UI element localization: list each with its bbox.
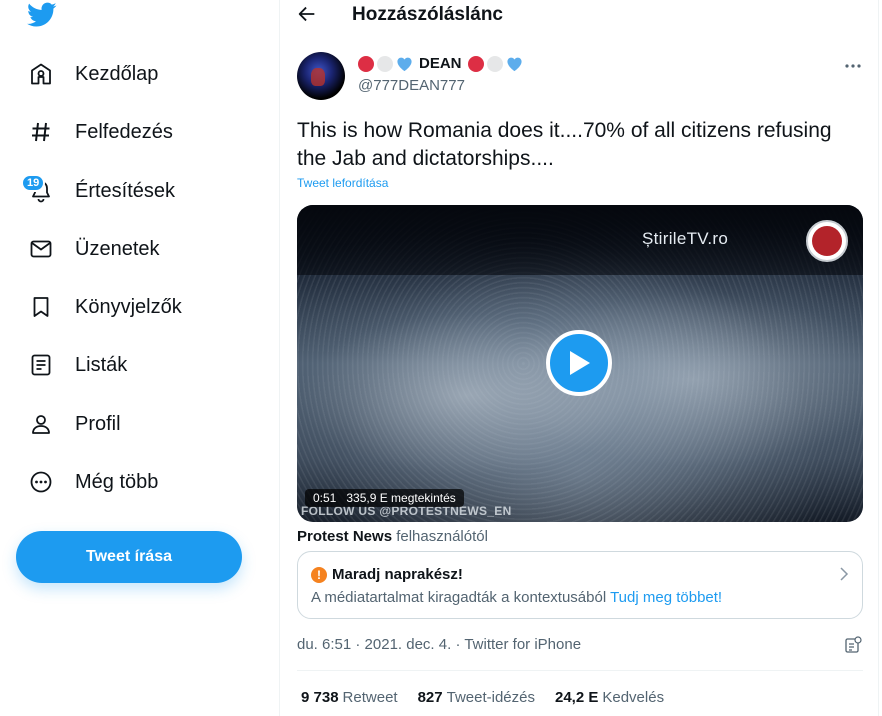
video-player[interactable]: ȘtirileTV.ro FOLLOW US @PROTESTNEWS_EN 0… xyxy=(297,205,863,522)
like-label: Kedvelés xyxy=(602,689,665,706)
nav-more[interactable]: Még több xyxy=(16,458,158,506)
video-watermark: ȘtirileTV.ro xyxy=(642,229,729,248)
channel-logo-icon xyxy=(806,220,848,262)
nav-messages-label: Üzenetek xyxy=(75,237,160,260)
divider xyxy=(297,670,863,671)
learn-more-link[interactable]: Tudj meg többet! xyxy=(610,589,722,606)
nav-home-label: Kezdőlap xyxy=(75,62,159,85)
retweet-count: 9 738 xyxy=(301,689,339,706)
tweet-timestamp[interactable]: du. 6:51 · 2021. dec. 4. · Twitter for i… xyxy=(297,636,581,653)
nav-profile[interactable]: Profil xyxy=(16,400,121,448)
nav-bookmarks-label: Könyvjelzők xyxy=(75,295,182,318)
media-source-suffix: felhasználótól xyxy=(396,528,488,545)
profile-icon xyxy=(27,410,55,438)
thread-column: Hozzászóláslánc DEAN @777DEAN777 This is… xyxy=(279,0,879,716)
nav-explore-label: Felfedezés xyxy=(75,120,173,143)
video-duration: 0:51 xyxy=(313,491,337,505)
more-circle-icon xyxy=(27,468,55,496)
retweet-label: Retweet xyxy=(342,689,398,706)
media-source-name[interactable]: Protest News xyxy=(297,528,392,545)
media-source: Protest News felhasználótól xyxy=(297,528,488,545)
blue-heart-emoji-icon xyxy=(397,57,412,71)
more-options-icon[interactable] xyxy=(842,55,864,77)
analytics-icon[interactable] xyxy=(844,636,862,654)
like-count: 24,2 E xyxy=(554,689,599,706)
nav-explore[interactable]: Felfedezés xyxy=(16,108,173,156)
compose-tweet-button[interactable]: Tweet írása xyxy=(16,531,242,583)
list-icon xyxy=(27,351,55,379)
author-name-row[interactable]: DEAN xyxy=(358,55,523,72)
nav-lists[interactable]: Listák xyxy=(16,341,127,389)
tweet-stats: 9 738 Retweet 827 Tweet-idézés 24,2 E Kedve… xyxy=(301,689,664,706)
translate-tweet-link[interactable]: Tweet lefordítása xyxy=(297,176,388,190)
nav-profile-label: Profil xyxy=(75,412,121,435)
red-circle-emoji-icon xyxy=(358,55,374,72)
play-icon xyxy=(570,351,590,375)
nav-notifications-label: Értesítések xyxy=(75,179,176,202)
notification-badge: 19 xyxy=(21,174,46,192)
context-notice-card[interactable]: ! Maradj naprakész! A médiatartalmat kir… xyxy=(297,551,863,619)
quote-label: Tweet-idézés xyxy=(446,689,535,706)
retweet-stat[interactable]: 9 738 Retweet xyxy=(301,689,398,706)
video-meta: 0:51 335,9 E megtekintés xyxy=(305,489,464,507)
back-arrow-icon[interactable] xyxy=(296,3,318,25)
home-icon xyxy=(27,60,55,88)
video-views: 335,9 E megtekintés xyxy=(346,491,456,505)
nav-more-label: Még több xyxy=(75,470,159,493)
mail-icon xyxy=(27,235,55,263)
author-display-name: DEAN xyxy=(419,55,462,72)
white-circle-emoji-icon xyxy=(377,55,393,72)
video-frame xyxy=(297,205,863,275)
white-circle-emoji-icon xyxy=(486,55,503,72)
avatar[interactable] xyxy=(297,52,345,100)
nav-bookmarks[interactable]: Könyvjelzők xyxy=(16,283,182,331)
page-title: Hozzászóláslánc xyxy=(352,4,503,25)
nav-home[interactable]: Kezdőlap xyxy=(16,50,158,98)
quote-count: 827 xyxy=(417,689,443,706)
quote-stat[interactable]: 827 Tweet-idézés xyxy=(418,689,535,706)
chevron-right-icon xyxy=(840,567,849,581)
notice-text: A médiatartalmat kiragadták a kontextusá… xyxy=(311,589,722,606)
bookmark-icon xyxy=(27,293,55,321)
sidebar: Kezdőlap Felfedezés Értesítések Üzenetek… xyxy=(0,0,280,716)
notice-body: A médiatartalmat kiragadták a kontextusá… xyxy=(311,589,607,606)
play-button[interactable] xyxy=(546,330,612,396)
tweet-text: This is how Romania does it....70% of al… xyxy=(297,119,832,170)
hashtag-icon xyxy=(27,118,55,146)
blue-heart-emoji-icon xyxy=(506,57,522,71)
notice-title: Maradj naprakész! xyxy=(332,566,463,583)
nav-messages[interactable]: Üzenetek xyxy=(16,225,160,273)
warning-icon: ! xyxy=(311,567,327,583)
author-handle[interactable]: @777DEAN777 xyxy=(358,77,465,94)
nav-lists-label: Listák xyxy=(75,353,128,376)
thread-header: Hozzászóláslánc xyxy=(280,0,878,30)
like-stat[interactable]: 24,2 E Kedvelés xyxy=(555,689,664,706)
red-circle-emoji-icon xyxy=(467,55,484,72)
twitter-logo-icon[interactable] xyxy=(27,2,57,28)
